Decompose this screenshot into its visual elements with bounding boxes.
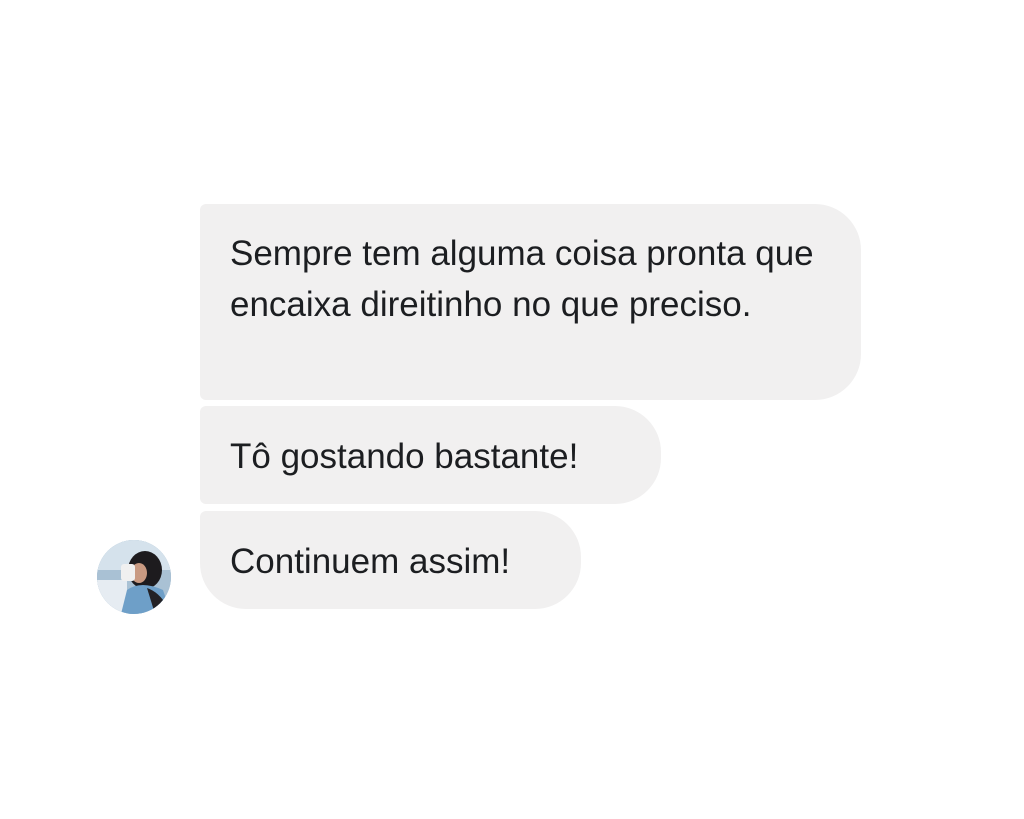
message-text: Continuem assim! <box>230 542 511 581</box>
message-bubble[interactable]: Sempre tem alguma coisa pronta que encai… <box>200 204 861 400</box>
message-thread: Sempre tem alguma coisa pronta que encai… <box>0 0 1024 819</box>
message-text: Sempre tem alguma coisa pronta que encai… <box>230 234 814 324</box>
message-bubble[interactable]: Continuem assim! <box>200 511 581 609</box>
message-bubble[interactable]: Tô gostando bastante! <box>200 406 661 504</box>
message-text: Tô gostando bastante! <box>230 437 579 476</box>
sender-avatar[interactable] <box>97 540 171 614</box>
user-photo-avatar-icon <box>97 540 171 614</box>
